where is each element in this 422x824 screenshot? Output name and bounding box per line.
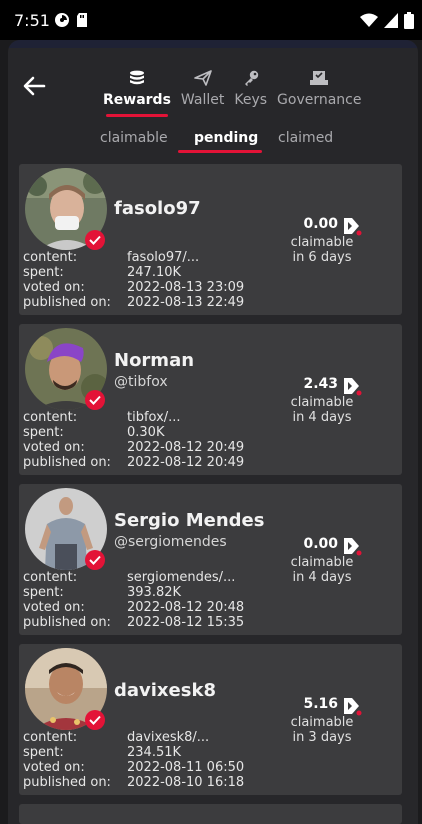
reward-card[interactable]: davixesk8 5.16 claimable in 3 days conte… [19, 644, 402, 795]
content-link[interactable]: tibfox/... [127, 410, 181, 425]
author-name[interactable]: davixesk8 [114, 680, 216, 701]
reward-details: content: davixesk8/... spent: 234.51K vote… [23, 730, 245, 790]
verified-badge-icon [85, 230, 105, 250]
reward-details: content: tibfox/... spent: 0.30K voted on:… [23, 410, 245, 470]
reward-status: claimable [290, 555, 354, 570]
tab-label: Wallet [180, 92, 225, 108]
author-name[interactable]: Sergio Mendes [114, 510, 264, 531]
wifi-icon [360, 13, 378, 33]
tab-keys[interactable]: Keys [229, 64, 272, 130]
battery-icon [404, 12, 414, 34]
content-link[interactable]: fasolo97/... [127, 250, 199, 265]
hive-token-icon [342, 696, 362, 716]
tab-pending[interactable]: pending [194, 130, 258, 146]
ballot-icon [310, 64, 329, 86]
reward-card-partial[interactable] [19, 804, 402, 824]
author-handle: @sergiomendes [114, 534, 227, 550]
content-link[interactable]: davixesk8/... [127, 730, 209, 745]
main-tabs: Rewards Wallet Keys Governance [98, 64, 367, 130]
coins-icon [128, 64, 146, 86]
sd-card-icon [75, 12, 89, 33]
tab-governance[interactable]: Governance [272, 64, 366, 130]
signal-icon [384, 13, 398, 33]
back-button[interactable] [22, 76, 50, 100]
author-name[interactable]: fasolo97 [114, 198, 201, 219]
status-bar: 7:51 [0, 0, 422, 40]
reward-amount: 0.00 [303, 536, 338, 552]
author-handle: @tibfox [114, 374, 168, 390]
reward-amount: 2.43 [303, 376, 338, 392]
reward-card[interactable]: Sergio Mendes @sergiomendes 0.00 claimab… [19, 484, 402, 635]
reward-status: claimable [290, 235, 354, 250]
tab-rewards[interactable]: Rewards [98, 64, 176, 130]
tab-active-indicator [105, 114, 168, 117]
status-time: 7:51 [14, 11, 50, 30]
hive-token-icon [342, 376, 362, 396]
back-arrow-icon [22, 76, 46, 100]
reward-status: claimable [290, 395, 354, 410]
app-window: Rewards Wallet Keys Governance claimable… [8, 40, 418, 824]
tab-claimed[interactable]: claimed [278, 130, 333, 146]
verified-badge-icon [85, 550, 105, 570]
reward-card[interactable]: fasolo97 0.00 claimable in 6 days conten… [19, 164, 402, 315]
verified-badge-icon [85, 390, 105, 410]
verified-badge-icon [85, 710, 105, 730]
tab-label: Keys [234, 92, 268, 108]
reward-status: claimable [290, 715, 354, 730]
reward-details: content: sergiomendes/... spent: 393.82K v… [23, 570, 245, 630]
tab-label: Governance [277, 92, 362, 108]
key-icon [242, 64, 260, 86]
hive-token-icon [342, 536, 362, 556]
tab-label: Rewards [103, 92, 171, 108]
sub-tab-indicator [178, 150, 262, 153]
reward-amount: 0.00 [303, 216, 338, 232]
reward-amount: 5.16 [303, 696, 338, 712]
author-name[interactable]: Norman [114, 350, 194, 371]
reward-details: content: fasolo97/... spent: 247.10K voted… [23, 250, 245, 310]
reward-card[interactable]: Norman @tibfox 2.43 claimable in 4 days … [19, 324, 402, 475]
sync-icon [54, 12, 70, 33]
content-link[interactable]: sergiomendes/... [127, 570, 235, 585]
send-icon [193, 64, 212, 86]
tab-wallet[interactable]: Wallet [176, 64, 229, 130]
hive-token-icon [342, 216, 362, 236]
tab-claimable[interactable]: claimable [100, 130, 168, 146]
